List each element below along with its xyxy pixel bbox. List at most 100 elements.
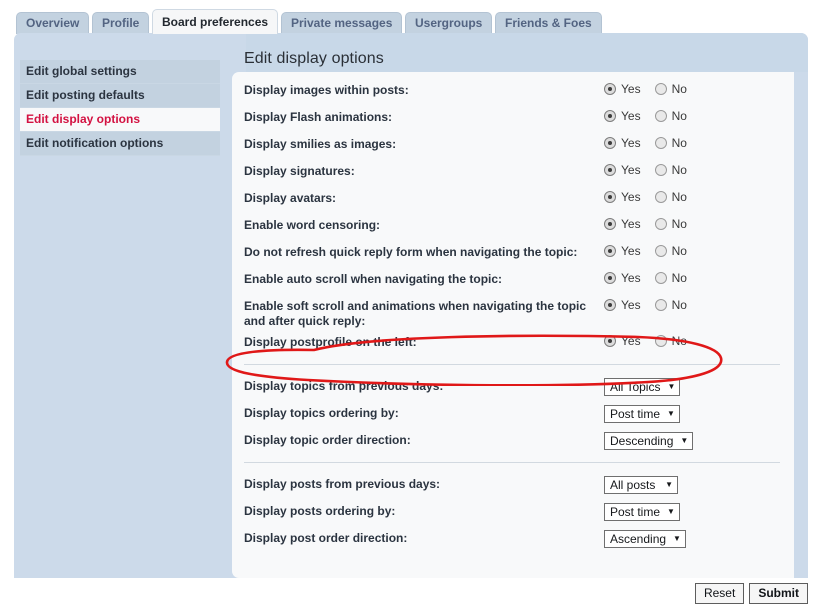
radio-option-yes[interactable]: Yes xyxy=(604,244,641,258)
option-row-posts-ordering-by: Display posts ordering by: Post time ▼ xyxy=(232,498,794,525)
option-label: Display smilies as images: xyxy=(244,137,397,151)
tab-board-preferences[interactable]: Board preferences xyxy=(152,9,279,34)
tab-bar: Overview Profile Board preferences Priva… xyxy=(0,0,822,34)
select-value: Descending xyxy=(610,434,674,448)
radio-option-yes[interactable]: Yes xyxy=(604,298,641,312)
tab-profile[interactable]: Profile xyxy=(92,12,150,34)
option-row-display-avatars: Display avatars: Yes No xyxy=(232,185,794,212)
radio-option-yes[interactable]: Yes xyxy=(604,163,641,177)
radio-option-no[interactable]: No xyxy=(654,82,692,96)
radio-option-yes[interactable]: Yes xyxy=(604,190,641,204)
radio-option-yes[interactable]: Yes xyxy=(604,109,641,123)
option-label: Do not refresh quick reply form when nav… xyxy=(244,245,578,259)
radio-option-no[interactable]: No xyxy=(654,271,692,285)
radio-yes-icon[interactable] xyxy=(604,83,616,95)
radio-no-label: No xyxy=(671,334,687,348)
radio-group-display-avatars: Yes No xyxy=(604,190,706,204)
chevron-down-icon: ▼ xyxy=(673,534,681,543)
tab-overview[interactable]: Overview xyxy=(16,12,90,34)
radio-yes-icon[interactable] xyxy=(604,218,616,230)
radio-yes-icon[interactable] xyxy=(604,137,616,149)
option-label: Enable soft scroll and animations when n… xyxy=(244,299,587,328)
radio-option-yes[interactable]: Yes xyxy=(604,271,641,285)
radio-yes-icon[interactable] xyxy=(604,272,616,284)
option-row-display-signatures: Display signatures: Yes No xyxy=(232,158,794,185)
radio-no-label: No xyxy=(671,163,687,177)
radio-no-icon[interactable] xyxy=(654,83,667,95)
radio-no-label: No xyxy=(671,244,687,258)
radio-option-no[interactable]: No xyxy=(654,217,692,231)
display-options-form: Display images within posts: Yes No Disp… xyxy=(232,72,794,578)
select-posts-previous-days[interactable]: All posts ▼ xyxy=(604,476,678,494)
radio-no-icon[interactable] xyxy=(654,272,667,284)
select-posts-ordering-by[interactable]: Post time ▼ xyxy=(604,503,680,521)
radio-group-word-censoring: Yes No xyxy=(604,217,706,231)
radio-option-no[interactable]: No xyxy=(654,190,692,204)
radio-yes-icon[interactable] xyxy=(604,164,616,176)
select-post-order-direction[interactable]: Ascending ▼ xyxy=(604,530,686,548)
option-label: Display post order direction: xyxy=(244,531,408,545)
radio-yes-label: Yes xyxy=(621,190,641,204)
option-label: Display posts from previous days: xyxy=(244,477,441,491)
radio-no-icon[interactable] xyxy=(654,245,667,257)
option-row-word-censoring: Enable word censoring: Yes No xyxy=(232,212,794,239)
radio-group-display-images: Yes No xyxy=(604,82,706,96)
radio-option-no[interactable]: No xyxy=(654,334,692,348)
select-topics-previous-days[interactable]: All Topics ▼ xyxy=(604,378,681,396)
option-row-topics-ordering-by: Display topics ordering by: Post time ▼ xyxy=(232,400,794,427)
radio-yes-label: Yes xyxy=(621,109,641,123)
radio-yes-icon[interactable] xyxy=(604,299,616,311)
radio-no-icon[interactable] xyxy=(654,137,667,149)
radio-option-no[interactable]: No xyxy=(654,244,692,258)
option-row-auto-scroll: Enable auto scroll when navigating the t… xyxy=(232,266,794,293)
radio-option-no[interactable]: No xyxy=(654,163,692,177)
select-topic-order-direction[interactable]: Descending ▼ xyxy=(604,432,694,450)
option-row-display-images: Display images within posts: Yes No xyxy=(232,77,794,104)
radio-option-yes[interactable]: Yes xyxy=(604,217,641,231)
select-value: Post time xyxy=(610,505,661,519)
tab-friends-and-foes[interactable]: Friends & Foes xyxy=(495,12,602,34)
radio-option-yes[interactable]: Yes xyxy=(604,82,641,96)
tab-usergroups[interactable]: Usergroups xyxy=(405,12,493,34)
chevron-down-icon: ▼ xyxy=(680,436,689,445)
radio-no-icon[interactable] xyxy=(654,110,667,122)
option-label: Enable word censoring: xyxy=(244,218,381,232)
radio-yes-icon[interactable] xyxy=(604,245,616,257)
radio-option-no[interactable]: No xyxy=(654,136,692,150)
reset-button[interactable]: Reset xyxy=(694,583,745,604)
radio-no-icon[interactable] xyxy=(654,299,667,311)
radio-group-display-smilies: Yes No xyxy=(604,136,706,150)
radio-yes-icon[interactable] xyxy=(604,191,616,203)
option-row-display-flash: Display Flash animations: Yes No xyxy=(232,104,794,131)
radio-yes-label: Yes xyxy=(621,298,641,312)
option-row-topics-previous-days: Display topics from previous days: All T… xyxy=(232,373,794,400)
page-title: Edit display options xyxy=(244,50,384,67)
radio-yes-icon[interactable] xyxy=(604,110,616,122)
radio-option-no[interactable]: No xyxy=(654,109,692,123)
radio-yes-label: Yes xyxy=(621,82,641,96)
sidebar-item-edit-display-options[interactable]: Edit display options xyxy=(20,108,220,132)
radio-no-icon[interactable] xyxy=(654,164,667,176)
radio-no-label: No xyxy=(671,82,687,96)
radio-no-icon[interactable] xyxy=(654,218,667,230)
tab-private-messages[interactable]: Private messages xyxy=(281,12,403,34)
radio-no-icon[interactable] xyxy=(654,191,667,203)
radio-option-yes[interactable]: Yes xyxy=(604,136,641,150)
chevron-down-icon: ▼ xyxy=(667,507,675,516)
section-divider-posts xyxy=(244,462,780,463)
sidebar-item-edit-global-settings[interactable]: Edit global settings xyxy=(20,60,220,84)
sidebar-item-edit-posting-defaults[interactable]: Edit posting defaults xyxy=(20,84,220,108)
radio-yes-label: Yes xyxy=(621,244,641,258)
radio-no-label: No xyxy=(671,190,687,204)
option-label: Display topic order direction: xyxy=(244,433,411,447)
radio-yes-icon[interactable] xyxy=(604,335,616,347)
radio-option-yes[interactable]: Yes xyxy=(604,334,641,348)
radio-option-no[interactable]: No xyxy=(654,298,692,312)
sidebar-item-edit-notification-options[interactable]: Edit notification options xyxy=(20,132,220,156)
radio-no-icon[interactable] xyxy=(654,335,667,347)
radio-no-label: No xyxy=(671,136,687,150)
radio-no-label: No xyxy=(671,109,687,123)
option-row-postprofile-left: Display postprofile on the left: Yes No xyxy=(232,329,794,356)
submit-button[interactable]: Submit xyxy=(749,583,808,604)
select-topics-ordering-by[interactable]: Post time ▼ xyxy=(604,405,680,423)
